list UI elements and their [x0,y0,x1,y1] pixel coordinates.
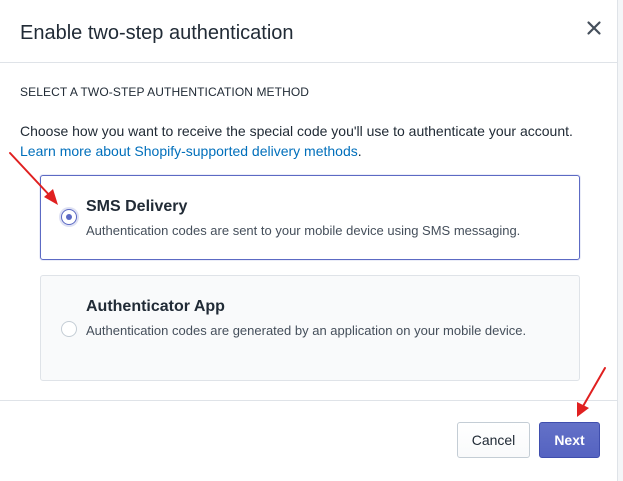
option-description: Authentication codes are generated by an… [86,323,527,338]
option-title: SMS Delivery [86,198,188,215]
enable-two-step-dialog: Enable two-step authentication SELECT A … [0,0,623,481]
next-button[interactable]: Next [539,422,600,458]
dialog-header: Enable two-step authentication [0,0,617,63]
option-sms-delivery[interactable]: SMS Delivery Authentication codes are se… [40,175,580,260]
dialog-title: Enable two-step authentication [20,22,294,44]
radio-sms-selected[interactable] [61,209,77,225]
option-title: Authenticator App [86,298,225,315]
dialog-footer: Cancel Next [0,400,617,481]
method-description: Choose how you want to receive the speci… [20,121,600,161]
option-authenticator-app[interactable]: Authenticator App Authentication codes a… [40,275,580,381]
radio-authenticator-app[interactable] [61,321,77,337]
option-description: Authentication codes are sent to your mo… [86,223,521,238]
learn-more-link[interactable]: Learn more about Shopify-supported deliv… [20,143,358,159]
close-button[interactable] [580,14,608,42]
cancel-button[interactable]: Cancel [457,422,530,458]
background-page-edge [617,0,623,481]
close-icon [587,21,601,35]
section-heading: SELECT A TWO-STEP AUTHENTICATION METHOD [20,85,310,99]
description-period: . [357,143,362,159]
description-text: Choose how you want to receive the speci… [20,123,573,139]
